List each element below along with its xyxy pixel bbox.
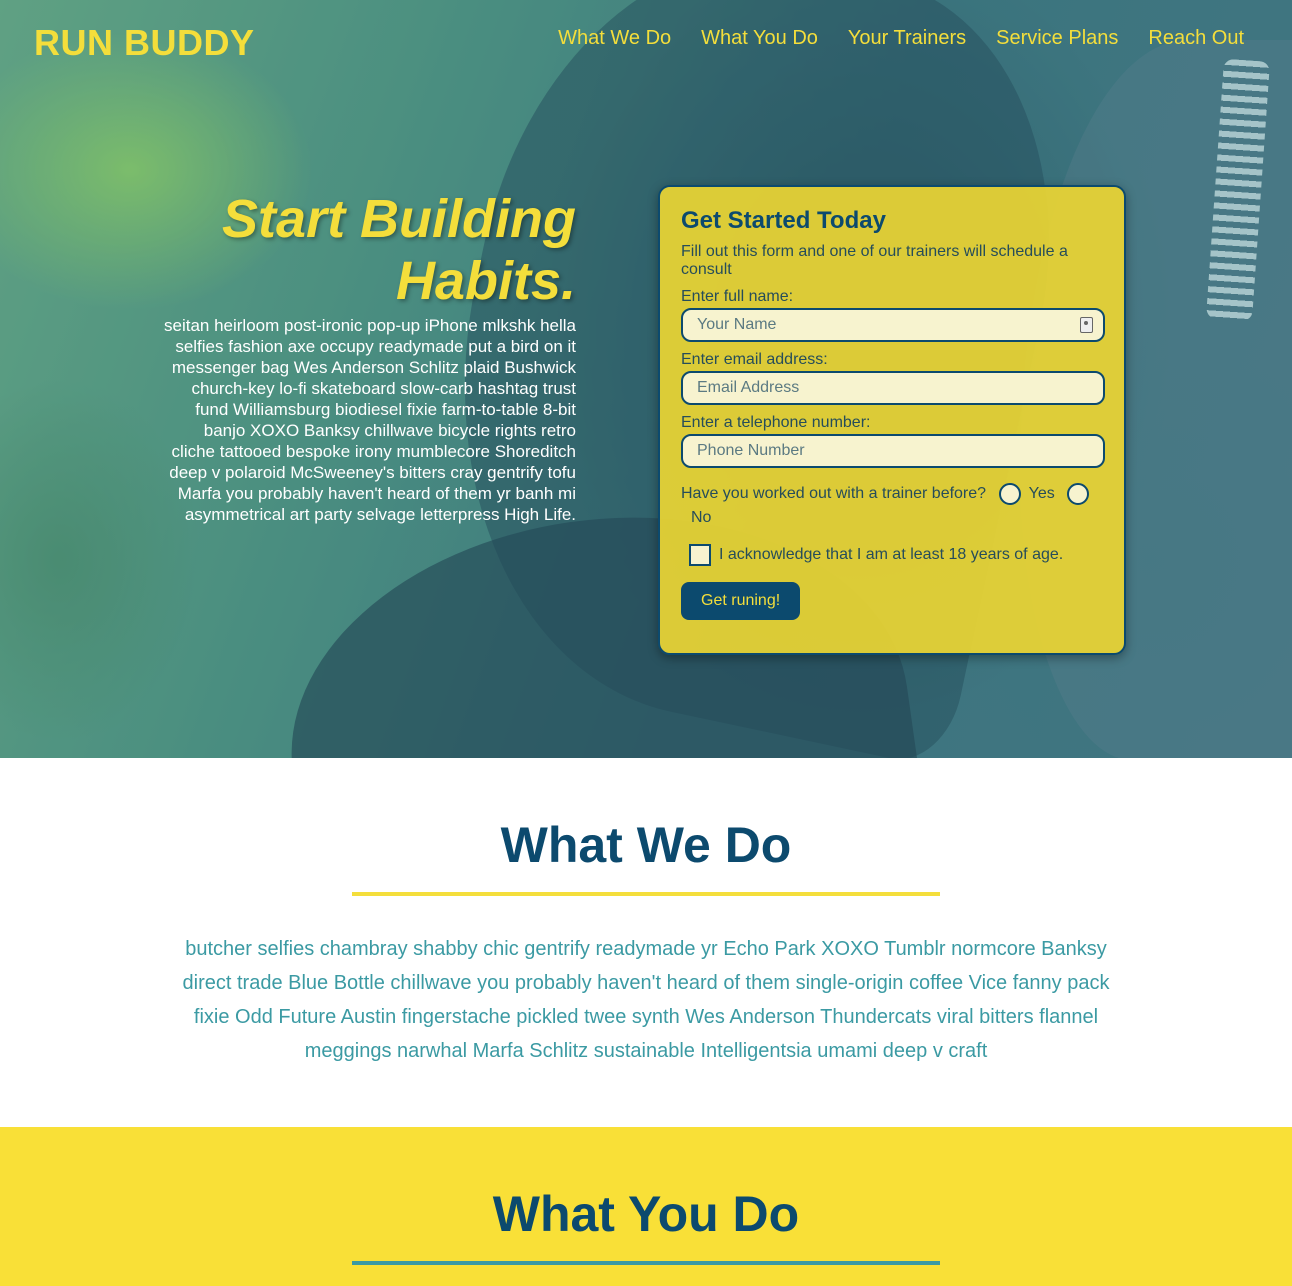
radio-yes[interactable] — [998, 482, 1021, 505]
email-label: Enter email address: — [681, 351, 828, 368]
radio-no-label: No — [691, 509, 712, 526]
submit-button[interactable]: Get runing! — [681, 582, 801, 620]
nav-link-service-plans[interactable]: Service Plans — [996, 27, 1118, 50]
age-ack-row: I acknowledge that I am at least 18 year… — [681, 544, 1103, 566]
nav-link-reach-out[interactable]: Reach Out — [1148, 27, 1244, 50]
trainer-question-row: Have you worked out with a trainer befor… — [681, 482, 1103, 530]
age-ack-label: I acknowledge that I am at least 18 year… — [719, 546, 1064, 563]
contact-card-icon[interactable] — [1080, 317, 1093, 333]
hero-section: RUN BUDDY What We Do What You Do Your Tr… — [0, 0, 1292, 758]
what-we-do-divider — [352, 892, 940, 896]
phone-input[interactable] — [681, 434, 1105, 468]
form-title: Get Started Today — [681, 207, 886, 234]
what-you-do-title: What You Do — [492, 1186, 800, 1242]
age-ack-checkbox[interactable] — [689, 544, 711, 566]
signup-form: Get Started Today Fill out this form and… — [658, 185, 1126, 655]
brand-logo[interactable]: RUN BUDDY — [34, 22, 255, 64]
phone-label: Enter a telephone number: — [681, 414, 871, 431]
what-we-do-text: butcher selfies chambray shabby chic gen… — [182, 938, 1110, 1062]
hero-text: seitan heirloom post-ironic pop-up iPhon… — [164, 316, 576, 524]
radio-yes-label: Yes — [1028, 485, 1055, 502]
trainer-question-label: Have you worked out with a trainer befor… — [681, 485, 987, 502]
radio-no[interactable] — [1067, 482, 1090, 505]
what-we-do-title: What We Do — [500, 817, 792, 873]
form-subtitle: Fill out this form and one of our traine… — [681, 243, 1068, 278]
nav-link-your-trainers[interactable]: Your Trainers — [848, 27, 966, 50]
name-field-wrapper — [681, 308, 1105, 342]
hero-headline: Start Building Habits. — [222, 189, 576, 311]
main-nav: What We Do What You Do Your Trainers Ser… — [558, 27, 1244, 50]
what-you-do-divider — [352, 1261, 940, 1265]
name-label: Enter full name: — [681, 288, 794, 305]
email-input[interactable] — [681, 371, 1105, 405]
nav-link-what-we-do[interactable]: What We Do — [558, 27, 671, 50]
nav-link-what-you-do[interactable]: What You Do — [701, 27, 818, 50]
name-input[interactable] — [681, 308, 1105, 342]
